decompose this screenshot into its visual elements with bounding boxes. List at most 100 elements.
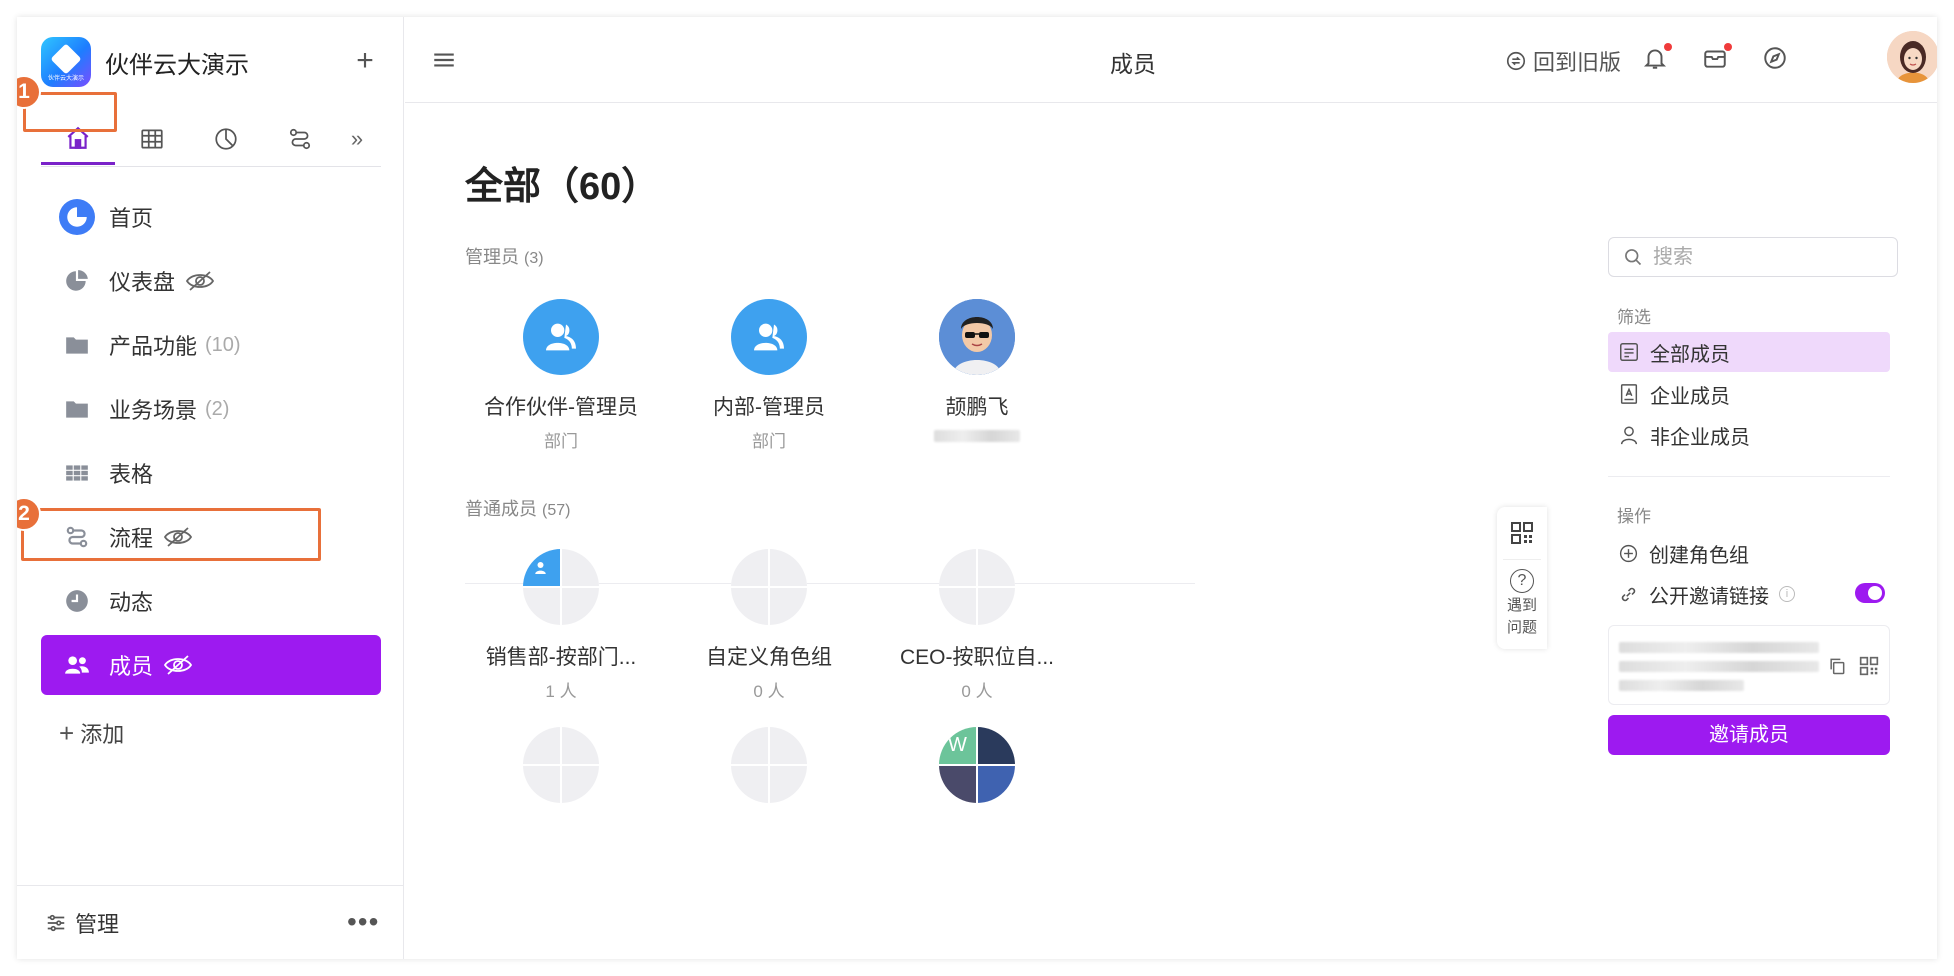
filter-all-members[interactable]: 全部成员 (1608, 332, 1890, 372)
create-role-group-button[interactable]: 创建角色组 (1608, 535, 1749, 571)
filter-enterprise-members[interactable]: 企业成员 (1608, 374, 1890, 414)
switch-icon (1506, 51, 1526, 71)
card-name: 销售部-按部门... (485, 646, 637, 669)
qr-code-icon[interactable] (1510, 521, 1534, 545)
role-group-card[interactable]: W (877, 727, 1077, 803)
sidebar-nav: 首页 仪表盘 产品功能 (10) 业务场景 (2) 表格 流程 动态 成员 (41, 187, 381, 699)
role-group-card[interactable]: 销售部-按部门... 1 人 (461, 549, 661, 702)
list-icon (1620, 343, 1638, 361)
filter-label-text: 全部成员 (1650, 343, 1730, 366)
invite-link-toggle[interactable] (1855, 583, 1885, 603)
link-icon (1621, 587, 1636, 601)
members-heading: 全部（60） (465, 166, 660, 208)
invite-members-button[interactable]: 邀请成员 (1608, 715, 1890, 755)
flow-icon (289, 128, 311, 150)
invite-link-box (1608, 625, 1890, 705)
card-sub: 部门 (752, 432, 786, 451)
role-group-card[interactable] (461, 727, 661, 803)
card-sub: 1 人 (545, 682, 577, 701)
explore-button[interactable] (1762, 45, 1792, 75)
sidebar-item-label: 产品功能 (109, 334, 198, 359)
user-avatar[interactable] (1887, 31, 1937, 83)
sidebar-item-members[interactable]: 成员 (41, 635, 381, 695)
sidebar-item-activity[interactable]: 动态 (41, 571, 381, 631)
add-label: 添加 (80, 722, 125, 747)
tab-home[interactable] (41, 113, 115, 165)
hidden-eye-icon[interactable] (185, 270, 215, 292)
compass-icon (1764, 47, 1786, 69)
annotation-badge-2: 2 (17, 497, 41, 531)
group-avatar-quad (939, 549, 1015, 625)
floating-help-panel: ? 遇到 问题 (1497, 507, 1547, 649)
qr-code-icon[interactable] (1859, 656, 1879, 676)
group-icon (523, 299, 599, 375)
folder-icon (59, 327, 95, 363)
sidebar-tabs: » (41, 112, 381, 167)
manage-button[interactable]: 管理 (45, 907, 119, 939)
home-icon (67, 126, 89, 149)
annotation-badge-1: 1 (17, 75, 41, 109)
group-avatar-quad: W (939, 727, 1015, 803)
card-name: CEO-按职位自... (899, 646, 1054, 669)
info-icon[interactable]: i (1779, 586, 1795, 602)
admin-card[interactable]: 颉鹏飞 (877, 299, 1077, 447)
user-icon (1620, 426, 1638, 445)
filter-label-text: 非企业成员 (1650, 426, 1750, 449)
help-button[interactable]: ? 遇到 问题 (1497, 569, 1547, 637)
sidebar-footer: 管理 ••• (17, 885, 404, 959)
sidebar-item-label: 业务场景 (109, 398, 198, 423)
sidebar-item-label: 表格 (109, 462, 154, 487)
admin-card[interactable]: 内部-管理员 部门 (669, 299, 869, 452)
brand-logo: 伙伴云大演示 (41, 37, 91, 87)
inbox-button[interactable] (1702, 43, 1732, 75)
sidebar: 伙伴云大演示 伙伴云大演示 + » 首页 仪表盘 产品功能 (10) 业务场景 … (17, 17, 404, 959)
card-sub: 0 人 (961, 682, 993, 701)
tabs-more-chevron-icon[interactable]: » (337, 126, 377, 152)
sidebar-item-home[interactable]: 首页 (41, 187, 381, 247)
search-input[interactable] (1653, 245, 1873, 269)
card-name: 颉鹏飞 (945, 396, 1009, 419)
role-group-card[interactable] (669, 727, 869, 803)
hidden-eye-icon[interactable] (163, 654, 193, 676)
sidebar-item-flow[interactable]: 流程 (41, 507, 381, 567)
sidebar-item-table[interactable]: 表格 (41, 443, 381, 503)
filter-label: 筛选 (1617, 308, 1651, 327)
card-name: 内部-管理员 (713, 396, 825, 419)
role-group-card[interactable]: 自定义角色组 0 人 (669, 549, 869, 702)
sidebar-item-label: 仪表盘 (109, 270, 176, 295)
users-icon (59, 647, 95, 683)
role-group-card[interactable]: CEO-按职位自... 0 人 (877, 549, 1077, 702)
filter-non-enterprise-members[interactable]: 非企业成员 (1608, 415, 1890, 455)
sidebar-item-scenario[interactable]: 业务场景 (2) (41, 379, 381, 439)
more-options-icon[interactable]: ••• (347, 908, 379, 936)
topbar: 成员 回到旧版 (405, 17, 1937, 103)
unread-dot (1664, 43, 1672, 51)
notification-bell[interactable] (1642, 43, 1672, 75)
unread-dot (1724, 43, 1732, 51)
redacted-link (1619, 642, 1819, 653)
old-version-button[interactable]: 回到旧版 (1505, 45, 1621, 77)
pie-chart-icon (215, 128, 237, 150)
public-invite-link: 公开邀请链接 i (1608, 576, 1795, 612)
admin-card[interactable]: 合作伙伴-管理员 部门 (461, 299, 661, 452)
card-sub-redacted (877, 427, 1077, 447)
group-icon (731, 299, 807, 375)
brand[interactable]: 伙伴云大演示 伙伴云大演示 (41, 37, 249, 87)
sidebar-item-label: 流程 (109, 526, 154, 551)
card-sub: 部门 (544, 432, 578, 451)
hidden-eye-icon[interactable] (163, 526, 193, 548)
search-icon (1625, 249, 1642, 266)
sidebar-add-button[interactable]: + 添加 (41, 713, 124, 753)
sidebar-item-product[interactable]: 产品功能 (10) (41, 315, 381, 375)
tab-dashboard[interactable] (189, 114, 263, 164)
copy-icon[interactable] (1827, 656, 1847, 676)
members-section-label: 普通成员 (57) (465, 495, 570, 521)
tab-flow[interactable] (263, 114, 337, 164)
sidebar-item-dashboard[interactable]: 仪表盘 (41, 251, 381, 311)
sidebar-item-count: (2) (205, 397, 230, 420)
add-app-button[interactable]: + (347, 43, 383, 79)
search-box[interactable] (1608, 237, 1898, 277)
members-main: 全部（60） 管理员 (3) 合作伙伴-管理员 部门 内部-管理员 部门 颉鹏飞 (405, 103, 1937, 959)
brand-name: 伙伴云大演示 (105, 51, 249, 79)
tab-table[interactable] (115, 114, 189, 164)
